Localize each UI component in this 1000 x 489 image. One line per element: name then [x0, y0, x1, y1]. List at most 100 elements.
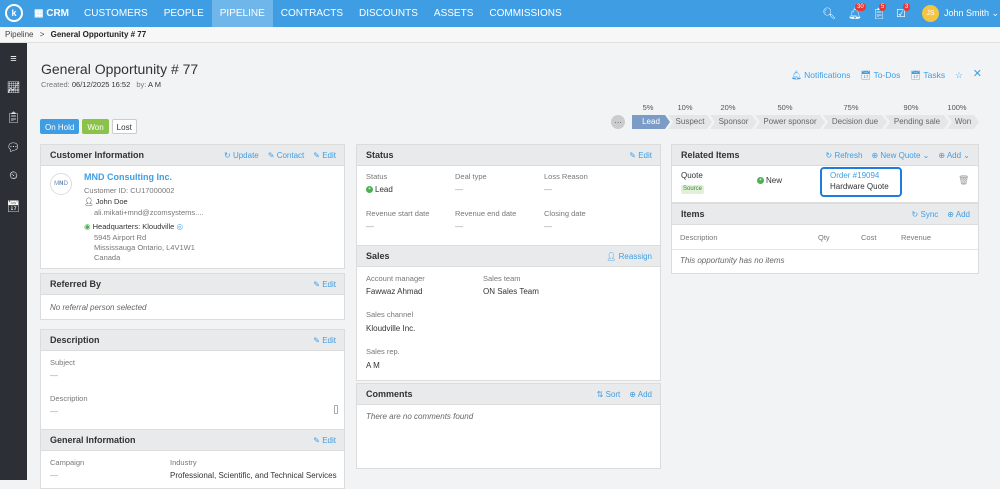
map-pin-icon[interactable]: ◎	[176, 222, 183, 231]
update-button[interactable]: ↻ Update	[224, 145, 259, 166]
person-icon: 👤︎	[606, 252, 619, 261]
bell-badge: 30	[855, 3, 866, 11]
calendar-icon[interactable]: 📅︎	[0, 200, 27, 213]
stage-pct: 20%	[720, 103, 736, 112]
pencil-icon: ✎	[313, 151, 323, 160]
stage-decision-due[interactable]: Decision due	[823, 115, 887, 129]
trash-icon[interactable]: 🗑︎	[958, 175, 969, 186]
edit-button[interactable]: ✎ Edit	[313, 274, 336, 295]
plus-circle-icon: +	[757, 177, 764, 185]
on-hold-button[interactable]: On Hold	[40, 119, 80, 134]
nav-customers[interactable]: CUSTOMERS	[76, 0, 156, 27]
edit-button[interactable]: ✎ Edit	[313, 145, 336, 166]
rev-end-label: Revenue end date	[455, 209, 517, 218]
resize-handle[interactable]	[334, 405, 338, 414]
chart-icon[interactable]: 📈︎	[0, 81, 27, 94]
app-logo-icon[interactable]: k	[5, 4, 23, 22]
created-info: Created: 06/12/2025 16:52 by: A M	[41, 80, 161, 89]
panel-title: Comments	[366, 389, 413, 399]
todos-link[interactable]: 📅︎ To-Dos	[860, 70, 900, 81]
pencil-icon: ✎	[313, 280, 323, 289]
user-menu[interactable]: John Smith ⌄	[944, 0, 999, 27]
add-comment-button[interactable]: ⊕ Add	[629, 384, 652, 405]
plus-circle-icon: ⊕	[938, 151, 947, 160]
stage-pct: 5%	[642, 103, 654, 112]
rev-end-value: —	[455, 222, 463, 231]
sales-team-label: Sales team	[483, 274, 521, 283]
close-icon[interactable]: ✕	[973, 69, 982, 81]
address-line: Mississauga Ontario, L4V1W1	[94, 243, 195, 252]
tasks-icon[interactable]: 📋︎ 5	[872, 3, 887, 20]
related-items-panel: Related Items ↻ Refresh ⊕ New Quote ⌄ ⊕ …	[671, 144, 979, 203]
won-button[interactable]: Won	[82, 119, 109, 134]
deal-type-label: Deal type	[455, 172, 487, 181]
sort-button[interactable]: ⇅ Sort	[597, 384, 621, 405]
stage-suspect[interactable]: Suspect	[668, 115, 712, 129]
avatar[interactable]: JS	[922, 5, 939, 22]
stage-pct: 10%	[677, 103, 693, 112]
order-link[interactable]: Order #19094	[830, 171, 879, 180]
lost-button[interactable]: Lost	[111, 119, 137, 134]
edit-button[interactable]: ✎ Edit	[313, 430, 336, 451]
stage-power-sponsor[interactable]: Power sponsor	[755, 115, 825, 129]
stage-pct: 75%	[843, 103, 859, 112]
column-header: Revenue	[901, 233, 932, 242]
menu-icon[interactable]: ≡	[0, 53, 27, 65]
clock-icon[interactable]: ⏲	[0, 170, 27, 183]
refresh-icon: ↻	[224, 151, 233, 160]
referred-by-panel: Referred By ✎ Edit No referral person se…	[40, 273, 345, 320]
closing-date-label: Closing date	[544, 209, 586, 218]
breadcrumb-pipeline[interactable]: Pipeline	[5, 30, 33, 39]
general-info-panel: General Information ✎ Edit Campaign — In…	[40, 429, 345, 489]
refresh-button[interactable]: ↻ Refresh	[826, 145, 863, 166]
nav-pipeline[interactable]: PIPELINE	[211, 0, 273, 27]
reassign-button[interactable]: 👤︎ Reassign	[606, 246, 652, 267]
empty-message: No referral person selected	[50, 303, 147, 312]
search-icon[interactable]: 🔍︎	[822, 7, 836, 20]
nav-contracts[interactable]: CONTRACTS	[273, 0, 351, 27]
panel-title: Sales	[366, 251, 390, 261]
plus-circle-icon: +	[366, 186, 373, 194]
stage-lead[interactable]: Lead	[632, 115, 670, 129]
account-manager-value: Fawwaz Ahmad	[366, 287, 423, 296]
order-highlight[interactable]: Order #19094 Hardware Quote	[820, 167, 902, 197]
clipboard-icon[interactable]: 📋︎	[0, 111, 27, 124]
contact-button[interactable]: ✎ Contact	[268, 145, 305, 166]
add-related-button[interactable]: ⊕ Add ⌄	[938, 145, 970, 166]
column-header: Cost	[861, 233, 877, 242]
divider	[672, 249, 978, 250]
sales-channel-value: Kloudville Inc.	[366, 324, 416, 333]
nav-commissions[interactable]: COMMISSIONS	[481, 0, 569, 27]
customer-id: Customer ID: CU17000002	[84, 186, 175, 195]
crm-brand[interactable]: ▦ CRM	[34, 0, 69, 27]
location-pin-icon: ◉	[84, 222, 93, 231]
bell-icon[interactable]: 🔔︎ 30	[848, 3, 866, 20]
nav-people[interactable]: PEOPLE	[156, 0, 212, 27]
contact-name: 👤︎ John Doe	[84, 197, 128, 206]
more-options-icon[interactable]: …	[611, 115, 625, 129]
sales-rep-label: Sales rep.	[366, 347, 400, 356]
todo-icon[interactable]: ☑ 3	[896, 3, 911, 20]
star-icon[interactable]: ☆	[955, 70, 963, 81]
nav-assets[interactable]: ASSETS	[426, 0, 481, 27]
edit-button[interactable]: ✎ Edit	[313, 330, 336, 351]
notifications-link[interactable]: 🔔︎ Notifications	[791, 70, 850, 81]
company-link[interactable]: MND Consulting Inc.	[84, 172, 172, 182]
new-quote-button[interactable]: ⊕ New Quote ⌄	[871, 145, 929, 166]
stage-won[interactable]: Won	[947, 115, 979, 129]
company-logo-icon: M𝐍D	[50, 173, 72, 195]
loss-reason-value: —	[544, 185, 552, 194]
stage-sponsor[interactable]: Sponsor	[710, 115, 757, 129]
subject-label: Subject	[50, 358, 76, 367]
edit-button[interactable]: ✎ Edit	[629, 145, 652, 166]
tasks-link[interactable]: 📅︎ Tasks	[910, 70, 945, 81]
stage-pending-sale[interactable]: Pending sale	[885, 115, 949, 129]
nav-discounts[interactable]: DISCOUNTS	[351, 0, 426, 27]
add-item-button[interactable]: ⊕ Add	[947, 204, 970, 225]
rev-start-value: —	[366, 222, 374, 231]
order-name: Hardware Quote	[830, 182, 889, 191]
source-badge: Source	[681, 185, 705, 194]
sync-button[interactable]: ↻ Sync	[912, 204, 939, 225]
chat-icon[interactable]: 💬︎	[0, 141, 27, 154]
breadcrumb-separator: >	[39, 30, 45, 39]
